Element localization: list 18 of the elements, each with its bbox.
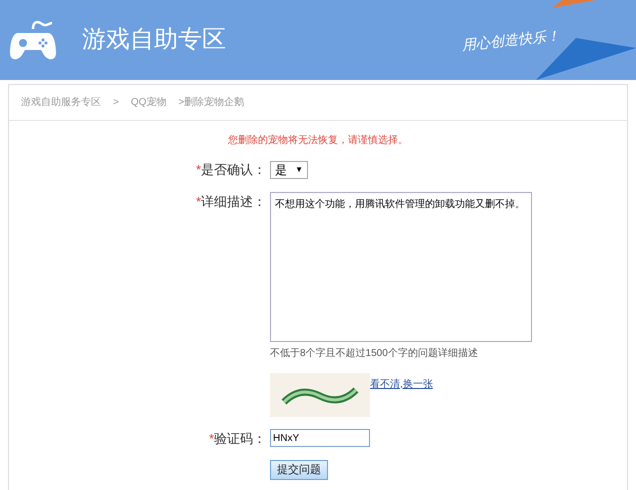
required-mark: * <box>196 192 201 210</box>
description-textarea[interactable]: 不想用这个功能，用腾讯软件管理的卸载功能又删不掉。 <box>270 192 532 342</box>
field-label: 是否确认： <box>201 161 266 179</box>
hint-text: 不低于8个字且不超过1500个字的问题详细描述 <box>270 346 479 360</box>
caret-icon: ▼ <box>295 164 303 176</box>
header-slogan: 用心创造快乐！ <box>461 26 561 56</box>
required-mark: * <box>208 430 214 448</box>
breadcrumb-item: > <box>113 96 119 110</box>
field-label: 验证码： <box>214 430 266 448</box>
submit-button[interactable]: 提交问题 <box>270 460 328 480</box>
confirm-select[interactable]: 是 ▼ <box>270 160 308 179</box>
header-title: 游戏自助专区 <box>82 25 226 55</box>
required-mark: * <box>196 161 201 179</box>
refresh-captcha-link[interactable]: 看不清,换一张 <box>370 376 433 392</box>
field-label: 详细描述： <box>201 192 266 210</box>
triangle-decoration <box>552 0 596 8</box>
captcha-input[interactable]: HNxY <box>270 429 370 448</box>
warning-text: 您删除的宠物将无法恢复，请谨慎选择。 <box>228 134 408 148</box>
